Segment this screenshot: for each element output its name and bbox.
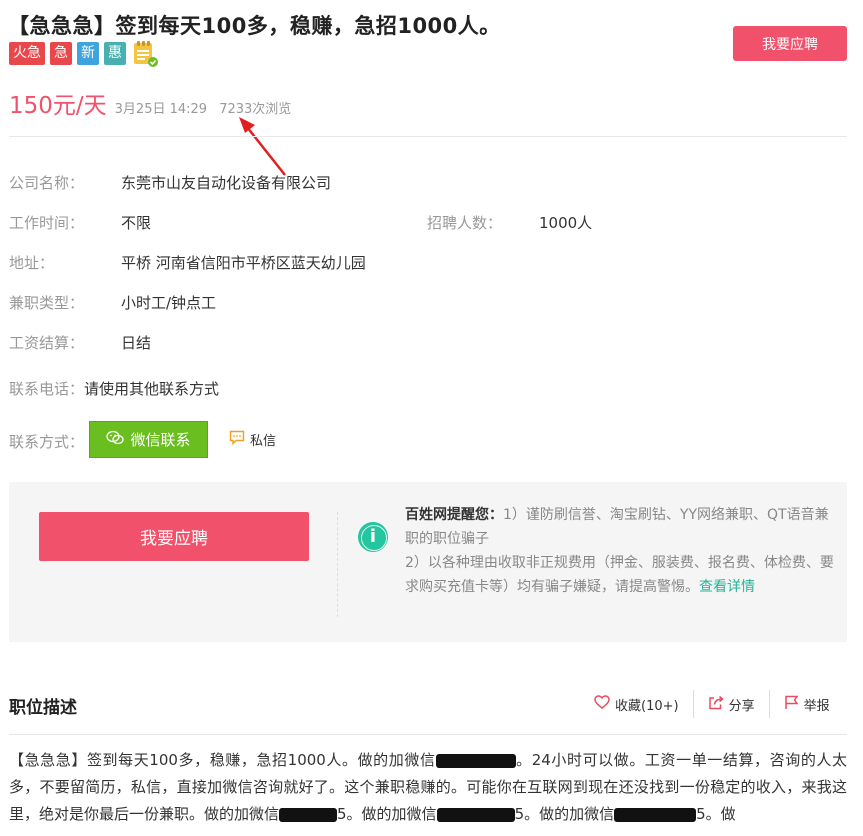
redacted-block [435, 753, 516, 768]
tag-discount: 惠 [104, 41, 126, 65]
description-body: 【急急急】签到每天100多，稳赚，急招1000人。做的加微信 。24小时可以做。工… [9, 747, 847, 828]
desc-text-1: 【急急急】签到每天100多，稳赚，急招1000人。做的加微信 [9, 751, 436, 769]
worktime-row: 工作时间： 不限 [9, 212, 151, 233]
company-label: 公司名称： [9, 174, 85, 192]
wechat-contact-button[interactable]: 微信联系 [89, 421, 208, 458]
apply-button-main[interactable]: 我要应聘 [39, 512, 309, 561]
settle-value: 日结 [121, 334, 152, 352]
share-label: 分享 [728, 698, 755, 714]
phone-row: 联系电话：请使用其他联系方式 [9, 378, 219, 399]
report-label: 举报 [803, 698, 830, 714]
redacted-block [614, 807, 697, 822]
apply-button-top[interactable]: 我要应聘 [733, 26, 847, 61]
flag-icon [784, 695, 799, 714]
header-divider [9, 136, 847, 137]
jobtype-value: 小时工/钟点工 [121, 294, 217, 312]
wechat-contact-label: 微信联系 [130, 431, 191, 449]
share-icon [708, 695, 724, 714]
salary-price: 150元/天 [9, 93, 107, 119]
notice-brand: 百姓网提醒您： [405, 507, 503, 523]
desc-text-5: 5。做 [696, 805, 736, 823]
message-bubble-icon [229, 430, 245, 449]
apply-notice-box: 我要应聘 i 百姓网提醒您：1）谨防刷信誉、淘宝刷钻、YY网络兼职、QT语音兼职… [9, 482, 847, 642]
desc-text-3: 5。做的加微信 [337, 805, 437, 823]
redacted-block [279, 807, 338, 822]
private-message-label: 私信 [250, 434, 277, 449]
job-title: 【急急急】签到每天100多，稳赚，急招1000人。 [8, 14, 501, 38]
info-icon: i [358, 522, 388, 552]
worktime-label: 工作时间： [9, 214, 85, 232]
report-button[interactable]: 举报 [770, 690, 844, 718]
headcount-label: 招聘人数： [427, 214, 503, 232]
tag-urgent-fire: 火急 [9, 41, 45, 65]
private-message-link[interactable]: 私信 [229, 430, 276, 449]
settle-row: 工资结算： 日结 [9, 332, 151, 353]
jobtype-label: 兼职类型： [9, 294, 85, 312]
address-value: 平桥 河南省信阳市平桥区蓝天幼儿园 [121, 254, 366, 272]
company-row: 公司名称： 东莞市山友自动化设备有限公司 [9, 172, 331, 193]
settle-label: 工资结算： [9, 334, 85, 352]
address-label: 地址： [9, 254, 55, 272]
description-actions: 收藏(10+) 分享 举报 [580, 690, 844, 718]
headcount-row: 招聘人数： 1000人 [427, 212, 592, 233]
post-date: 3月25日 14:29 [114, 102, 208, 117]
company-name: 东莞市山友自动化设备有限公司 [121, 174, 332, 192]
desc-text-4: 5。做的加微信 [514, 805, 615, 823]
redacted-block [436, 807, 515, 822]
tag-urgent: 急 [50, 41, 72, 65]
description-divider [9, 734, 847, 735]
address-row: 地址： 平桥 河南省信阳市平桥区蓝天幼儿园 [9, 252, 366, 273]
worktime-value: 不限 [121, 214, 152, 232]
share-button[interactable]: 分享 [694, 690, 769, 718]
description-title: 职位描述 [9, 698, 77, 718]
notice-line-2: 2）以各种理由收取非正规费用（押金、服装费、报名费、体检费、要求购买充值卡等）均… [405, 555, 834, 595]
heart-icon [594, 695, 610, 713]
tag-new: 新 [77, 41, 99, 65]
favorite-label: 收藏(10+) [615, 698, 679, 714]
jobtype-row: 兼职类型： 小时工/钟点工 [9, 292, 216, 313]
phone-label: 联系电话： [9, 380, 85, 398]
tag-list: 火急 急 新 惠 [9, 40, 158, 67]
verified-notepad-icon [131, 40, 158, 67]
notice-divider [337, 512, 338, 617]
notice-more-link[interactable]: 查看详情 [699, 579, 755, 595]
headcount-value: 1000人 [539, 214, 593, 232]
phone-value: 请使用其他联系方式 [84, 380, 220, 398]
red-arrow-annotation [239, 117, 286, 176]
wechat-icon [106, 430, 125, 450]
favorite-button[interactable]: 收藏(10+) [580, 690, 693, 718]
safety-notice: 百姓网提醒您：1）谨防刷信誉、淘宝刷钻、YY网络兼职、QT语音兼职的职位骗子 2… [405, 503, 835, 599]
